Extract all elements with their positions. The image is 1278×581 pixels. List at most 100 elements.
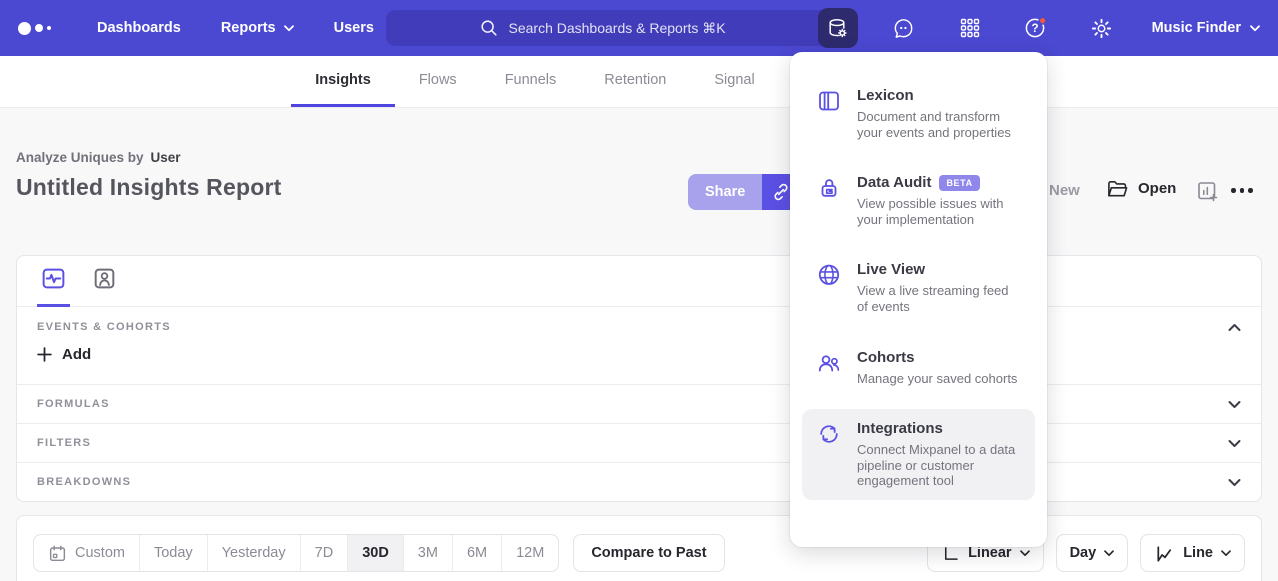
preset-label: Yesterday — [222, 545, 286, 561]
date-preset-6m[interactable]: 6M — [453, 535, 502, 571]
calendar-icon — [48, 544, 67, 563]
expand-filters-button[interactable] — [1228, 439, 1241, 448]
help-button[interactable]: ? — [1016, 8, 1056, 48]
page-title[interactable]: Untitled Insights Report — [16, 174, 281, 201]
add-to-dashboard-icon — [1196, 180, 1219, 203]
cohorts-people-icon — [816, 350, 842, 376]
menu-item-cohorts[interactable]: Cohorts Manage your saved cohorts — [802, 338, 1035, 398]
date-preset-12m[interactable]: 12M — [502, 535, 558, 571]
query-builder-panel: EVENTS & COHORTS Add FORMULAS FILTERS BR… — [16, 255, 1262, 502]
project-name: Music Finder — [1152, 20, 1241, 36]
tab-funnels[interactable]: Funnels — [481, 56, 581, 107]
events-view-tab[interactable] — [37, 265, 70, 307]
nav-users[interactable]: Users — [334, 20, 374, 36]
users-view-tab[interactable] — [88, 265, 121, 307]
interval-dropdown[interactable]: Day — [1056, 534, 1129, 572]
help-icon: ? — [1023, 15, 1049, 41]
report-header: Analyze Uniques by User Untitled Insights… — [0, 108, 1278, 255]
more-actions-button[interactable] — [1231, 188, 1253, 193]
breadcrumb-prefix: Analyze Uniques by — [16, 150, 144, 165]
menu-item-live-view[interactable]: Live View View a live streaming feed of … — [802, 250, 1035, 325]
menu-item-desc: View a live streaming feed of events — [857, 283, 1021, 314]
menu-item-lexicon[interactable]: Lexicon Document and transform your even… — [802, 76, 1035, 151]
app-window: Dashboards Reports Users — [0, 0, 1278, 581]
breadcrumb-entity[interactable]: User — [151, 150, 181, 165]
expand-breakdowns-button[interactable] — [1228, 478, 1241, 487]
chevron-down-icon — [1228, 478, 1241, 487]
menu-item-integrations[interactable]: Integrations Connect Mixpanel to a data … — [802, 409, 1035, 500]
chart-type-label: Line — [1183, 545, 1213, 561]
events-cohorts-label: EVENTS & COHORTS — [37, 321, 171, 333]
data-management-button[interactable] — [818, 8, 858, 48]
svg-text:?: ? — [1031, 23, 1038, 35]
data-audit-icon — [816, 175, 842, 201]
breadcrumb: Analyze Uniques by User — [16, 150, 181, 165]
preset-label: 6M — [467, 545, 487, 561]
date-preset-custom[interactable]: Custom — [34, 535, 140, 571]
collapse-events-button[interactable] — [1228, 323, 1241, 332]
menu-item-desc: Manage your saved cohorts — [857, 371, 1017, 387]
search-input[interactable] — [509, 20, 744, 36]
chevron-down-icon — [1250, 25, 1260, 32]
chevron-down-icon — [1221, 550, 1231, 557]
date-range-segmented-control: Custom Today Yesterday 7D 30D 3M 6M 12M — [33, 534, 559, 572]
link-icon — [771, 182, 791, 202]
tab-flows[interactable]: Flows — [395, 56, 481, 107]
date-preset-30d[interactable]: 30D — [348, 535, 404, 571]
tab-insights[interactable]: Insights — [291, 56, 395, 107]
global-search[interactable] — [386, 10, 836, 46]
chart-controls-panel: Custom Today Yesterday 7D 30D 3M 6M 12M … — [16, 515, 1262, 581]
formulas-label: FORMULAS — [37, 398, 110, 410]
chevron-down-icon — [1104, 550, 1114, 557]
preset-label: Custom — [75, 545, 125, 561]
add-to-dashboard-button[interactable] — [1196, 180, 1219, 208]
add-event-button[interactable]: Add — [37, 346, 91, 363]
data-management-popover: Lexicon Document and transform your even… — [790, 52, 1047, 547]
tab-signal[interactable]: Signal — [690, 56, 778, 107]
menu-item-title: Live View — [857, 261, 1021, 278]
menu-item-desc: View possible issues with your implement… — [857, 196, 1021, 227]
menu-item-text: Lexicon Document and transform your even… — [857, 87, 1021, 140]
formulas-section-row[interactable]: FORMULAS — [17, 385, 1261, 424]
nav-reports-label: Reports — [221, 20, 276, 36]
chevron-down-icon — [1020, 550, 1030, 557]
chevron-down-icon — [284, 25, 294, 32]
menu-item-text: Live View View a live streaming feed of … — [857, 261, 1021, 314]
feedback-button[interactable] — [884, 8, 924, 48]
plus-icon — [37, 347, 52, 362]
insights-chart-icon — [40, 265, 67, 292]
date-preset-today[interactable]: Today — [140, 535, 208, 571]
compare-to-past-button[interactable]: Compare to Past — [573, 534, 724, 572]
apps-grid-button[interactable] — [950, 8, 990, 48]
database-gear-icon — [826, 17, 849, 40]
expand-formulas-button[interactable] — [1228, 400, 1241, 409]
breakdowns-section-row[interactable]: BREAKDOWNS — [17, 463, 1261, 501]
share-button[interactable]: Share — [688, 174, 762, 210]
project-switcher[interactable]: Music Finder — [1152, 20, 1260, 36]
date-preset-yesterday[interactable]: Yesterday — [208, 535, 301, 571]
preset-label: Today — [154, 545, 193, 561]
nav-users-label: Users — [334, 20, 374, 36]
chart-type-dropdown[interactable]: Line — [1140, 534, 1245, 572]
menu-item-title: Lexicon — [857, 87, 1021, 104]
preset-label: 3M — [418, 545, 438, 561]
nav-dashboards[interactable]: Dashboards — [97, 20, 181, 36]
menu-item-data-audit[interactable]: Data Audit BETA View possible issues wit… — [802, 163, 1035, 238]
tab-retention[interactable]: Retention — [580, 56, 690, 107]
date-preset-7d[interactable]: 7D — [301, 535, 349, 571]
mixpanel-logo-icon[interactable] — [18, 22, 51, 35]
chevron-up-icon — [1228, 323, 1241, 332]
open-report-button[interactable]: Open — [1106, 178, 1176, 199]
settings-button[interactable] — [1082, 8, 1122, 48]
report-tabbar: Insights Flows Funnels Retention Signal … — [0, 56, 1278, 108]
date-preset-3m[interactable]: 3M — [404, 535, 453, 571]
menu-item-title: Cohorts — [857, 349, 1017, 366]
new-report-button[interactable]: New — [1049, 182, 1080, 199]
events-cohorts-section-header: EVENTS & COHORTS — [17, 307, 1261, 333]
filters-section-row[interactable]: FILTERS — [17, 424, 1261, 463]
menu-item-text: Cohorts Manage your saved cohorts — [857, 349, 1017, 387]
line-chart-icon — [1154, 543, 1175, 564]
nav-reports[interactable]: Reports — [221, 20, 294, 36]
chevron-down-icon — [1228, 439, 1241, 448]
globe-icon — [816, 262, 842, 288]
